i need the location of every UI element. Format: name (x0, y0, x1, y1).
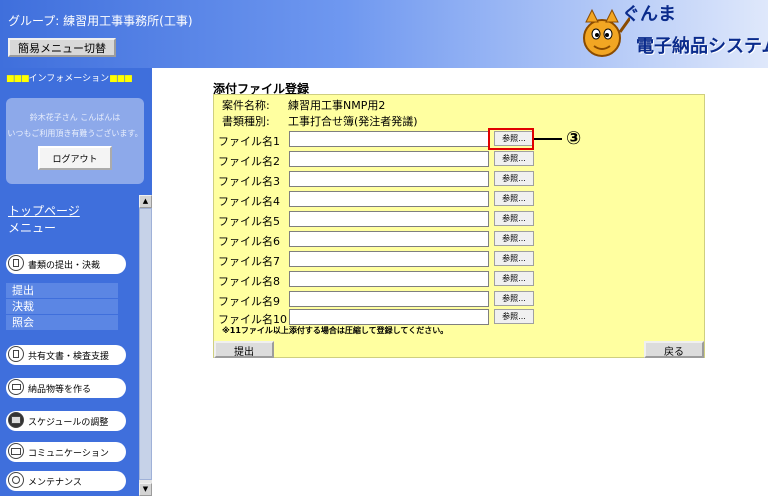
greeting-text: 鈴木花子さん こんばんは (29, 113, 121, 122)
scroll-thumb[interactable] (139, 208, 152, 480)
menu-shared-documents[interactable]: 共有文書・検査支援 (6, 345, 126, 365)
file-row-3: ファイル名3 参照... (218, 171, 538, 189)
document-icon (8, 255, 24, 271)
file-input-4[interactable] (289, 191, 489, 207)
wrench-icon (8, 472, 24, 488)
menu-communication[interactable]: コミュニケーション (6, 442, 126, 462)
menu-label: 納品物等を作る (28, 385, 92, 395)
callout-number: ③ (566, 128, 582, 149)
file-row-9: ファイル名9 参照... (218, 291, 538, 309)
browse-button-8[interactable]: 参照... (494, 271, 534, 286)
file-label: ファイル名6 (218, 235, 280, 248)
browse-button-4[interactable]: 参照... (494, 191, 534, 206)
thanks-text: いつもご利用頂き有難うございます。 (7, 129, 143, 138)
simple-menu-toggle-button[interactable]: 簡易メニュー切替 (8, 38, 116, 57)
file-input-9[interactable] (289, 291, 489, 307)
browse-button-6[interactable]: 参照... (494, 231, 534, 246)
scroll-down-arrow-icon[interactable]: ▼ (139, 483, 152, 496)
file-input-1[interactable] (289, 131, 489, 147)
file-label: ファイル名2 (218, 155, 280, 168)
menu-label: コミュニケーション (28, 449, 109, 459)
calendar-icon (8, 412, 24, 428)
sidebar: ■■■インフォメーション■■■ 鈴木花子さん こんばんは いつもご利用頂き有難う… (0, 68, 152, 496)
browse-button-3[interactable]: 参照... (494, 171, 534, 186)
menu-create-deliverables[interactable]: 納品物等を作る (6, 378, 126, 398)
file-row-6: ファイル名6 参照... (218, 231, 538, 249)
menu-maintenance[interactable]: メンテナンス (6, 471, 126, 491)
browse-button-10[interactable]: 参照... (494, 309, 534, 324)
sub-item-approve[interactable]: 決裁 (6, 299, 118, 314)
group-label: グループ: 練習用工事事務所(工事) (8, 14, 193, 28)
user-info-box: 鈴木花子さん こんばんは いつもご利用頂き有難うございます。 ログアウト (6, 98, 144, 184)
sub-item-submit[interactable]: 提出 (6, 283, 118, 298)
browse-button-highlight (488, 128, 534, 150)
info-squares-left: ■■■ (6, 74, 29, 84)
file-input-6[interactable] (289, 231, 489, 247)
menu-heading: メニュー (8, 221, 57, 235)
file-label: ファイル名3 (218, 175, 280, 188)
case-name-row: 案件名称: 練習用工事NMP用2 (222, 97, 385, 113)
menu-label: 共有文書・検査支援 (28, 352, 110, 362)
attachment-form-panel: 案件名称: 練習用工事NMP用2 書類種別: 工事打合せ簿(発注者発議) ファイ… (213, 94, 705, 358)
file-row-5: ファイル名5 参照... (218, 211, 538, 229)
info-squares-right: ■■■ (109, 74, 132, 84)
file-input-2[interactable] (289, 151, 489, 167)
document-type-label: 書類種別: (222, 115, 270, 128)
file-label: ファイル名1 (218, 135, 280, 148)
file-row-7: ファイル名7 参照... (218, 251, 538, 269)
sidebar-scrollbar[interactable]: ▲ ▼ (139, 195, 152, 496)
browse-button-2[interactable]: 参照... (494, 151, 534, 166)
file-label: ファイル名5 (218, 215, 280, 228)
callout-line (534, 138, 562, 140)
browse-button-5[interactable]: 参照... (494, 211, 534, 226)
logo-text-gunma: ぐんま (622, 4, 676, 25)
file-row-4: ファイル名4 参照... (218, 191, 538, 209)
file-label: ファイル名7 (218, 255, 280, 268)
folder-icon (8, 379, 24, 395)
file-input-7[interactable] (289, 251, 489, 267)
browse-button-9[interactable]: 参照... (494, 291, 534, 306)
menu-label: 書類の提出・決裁 (28, 261, 101, 271)
file-input-3[interactable] (289, 171, 489, 187)
file-row-2: ファイル名2 参照... (218, 151, 538, 169)
case-name-value: 練習用工事NMP用2 (288, 99, 386, 112)
file-row-8: ファイル名8 参照... (218, 271, 538, 289)
compression-note: ※11ファイル以上添付する場合は圧縮して登録してください。 (222, 326, 449, 335)
back-button[interactable]: 戻る (644, 341, 704, 358)
document-type-row: 書類種別: 工事打合せ簿(発注者発議) (222, 113, 418, 129)
file-input-5[interactable] (289, 211, 489, 227)
scroll-up-arrow-icon[interactable]: ▲ (139, 195, 152, 208)
information-header: ■■■インフォメーション■■■ (6, 71, 133, 84)
file-label: ファイル名8 (218, 275, 280, 288)
browse-button-7[interactable]: 参照... (494, 251, 534, 266)
sub-item-inquiry[interactable]: 照会 (6, 315, 118, 330)
file-label: ファイル名9 (218, 295, 280, 308)
gunma-e-delivery-logo: ぐんま 電子納品システム (578, 4, 768, 64)
menu-label: メンテナンス (28, 478, 82, 488)
menu-document-submit-approve[interactable]: 書類の提出・決裁 (6, 254, 126, 274)
menu-schedule[interactable]: スケジュールの調整 (6, 411, 126, 431)
menu-label: スケジュールの調整 (28, 418, 109, 428)
submit-button[interactable]: 提出 (214, 341, 274, 358)
logout-button[interactable]: ログアウト (38, 146, 112, 170)
file-input-8[interactable] (289, 271, 489, 287)
case-name-label: 案件名称: (222, 99, 270, 112)
information-title: インフォメーション (28, 74, 110, 84)
top-page-link[interactable]: トップページ (8, 202, 80, 219)
header-banner: グループ: 練習用工事事務所(工事) 簡易メニュー切替 ぐんま 電子納品システム (0, 0, 768, 68)
document-type-value: 工事打合せ簿(発注者発議) (288, 115, 418, 128)
logo-text-system: 電子納品システム (636, 36, 768, 57)
file-input-10[interactable] (289, 309, 489, 325)
mail-icon (8, 443, 24, 459)
shared-document-icon (8, 346, 24, 362)
file-label: ファイル名4 (218, 195, 280, 208)
